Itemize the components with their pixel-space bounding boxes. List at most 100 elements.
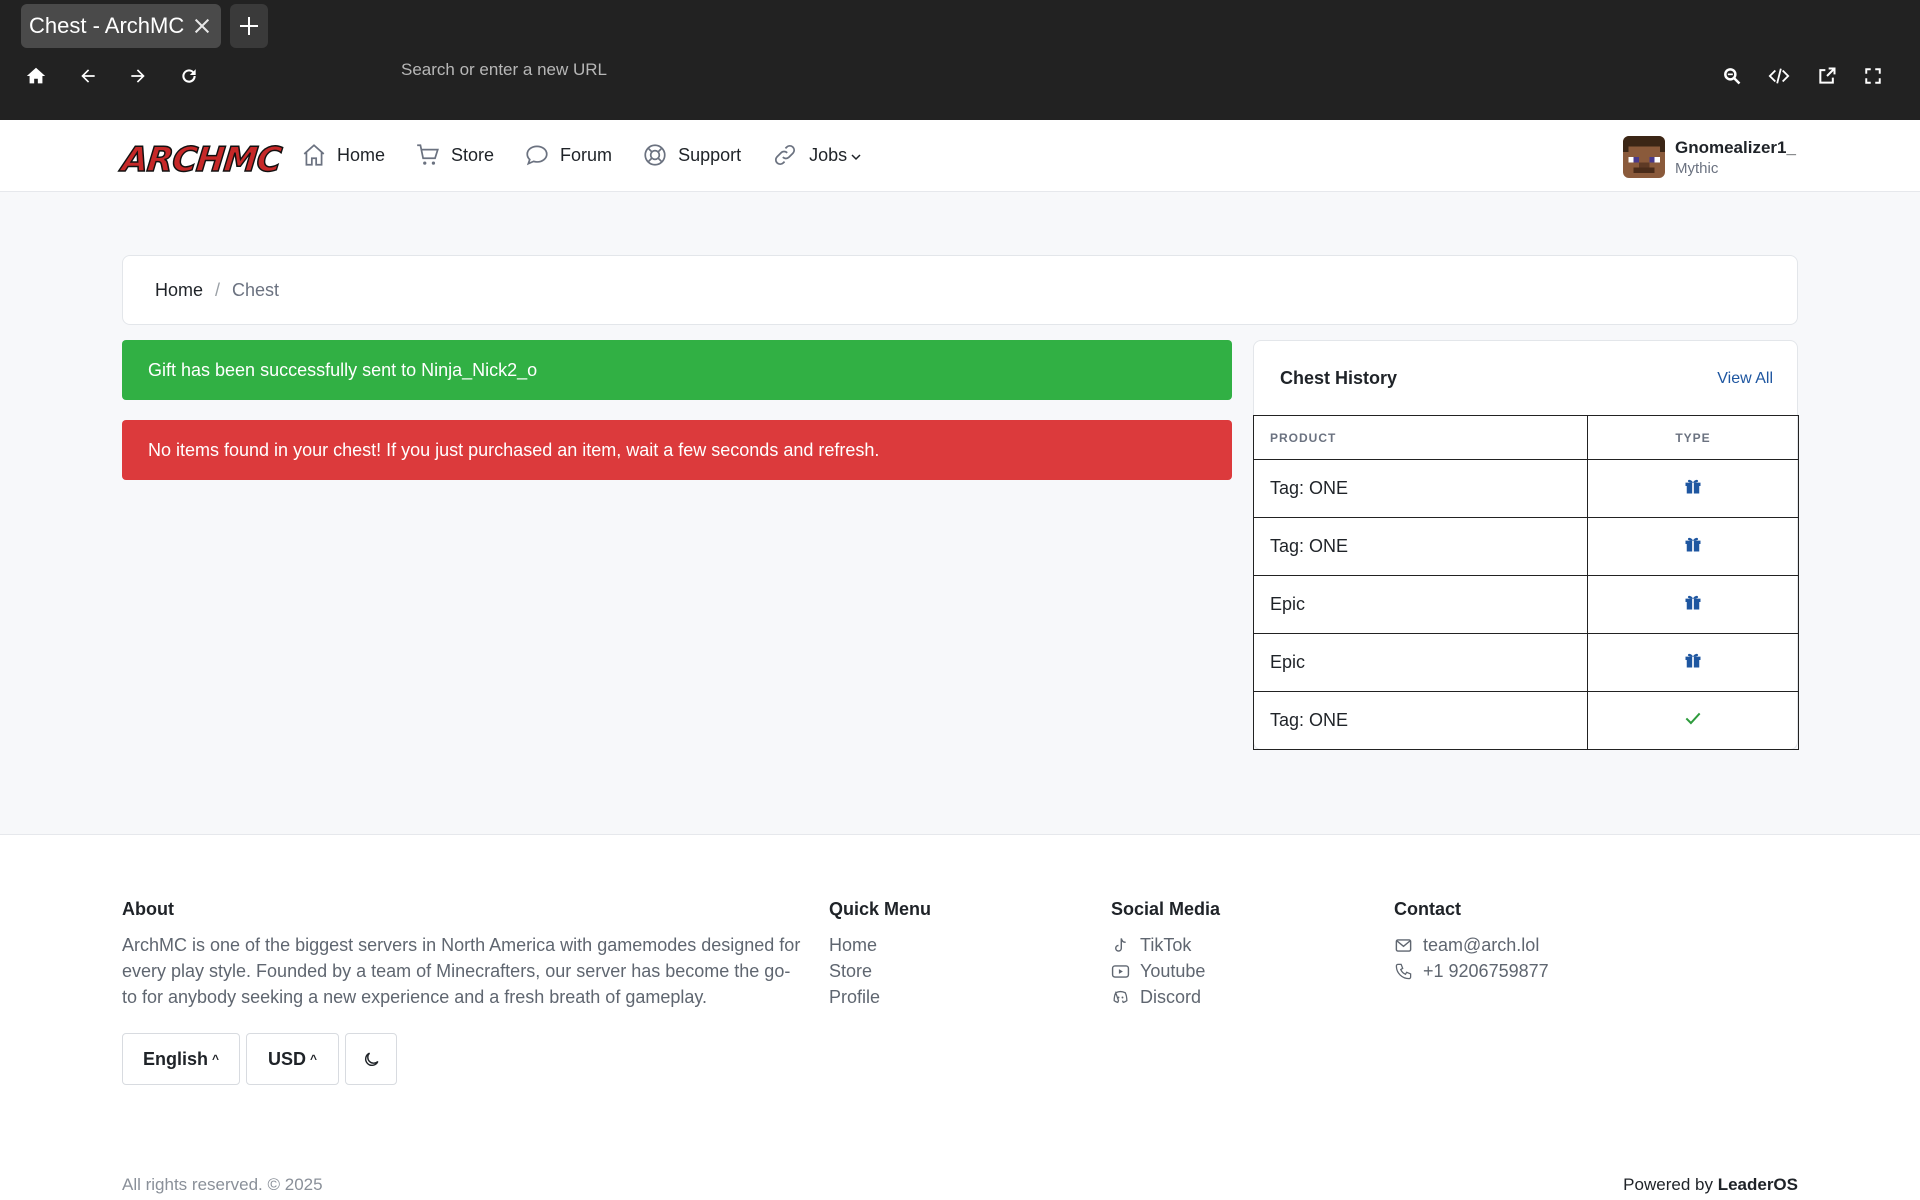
chat-bubble-icon <box>526 145 548 166</box>
social-tiktok[interactable]: TikTok <box>1111 932 1220 958</box>
chevron-up-icon: ^ <box>310 1052 318 1066</box>
type-cell <box>1587 459 1799 518</box>
view-all-link[interactable]: View All <box>1717 370 1773 388</box>
back-arrow-icon[interactable] <box>74 62 102 90</box>
link-icon <box>775 144 796 166</box>
powered-by-prefix: Powered by <box>1623 1175 1713 1194</box>
contact-heading: Contact <box>1394 899 1461 919</box>
gift-icon <box>1683 479 1703 500</box>
column-header-type: TYPE <box>1587 415 1799 460</box>
table-row: Tag: ONE <box>1253 517 1799 576</box>
powered-by: Powered by LeaderOS <box>1623 1175 1798 1195</box>
type-cell <box>1587 691 1799 750</box>
site-header: ARCHMC Home Store Forum Support Jobs Gno… <box>0 120 1920 192</box>
social-discord[interactable]: Discord <box>1111 984 1220 1010</box>
social-discord-label: Discord <box>1140 987 1202 1007</box>
footer-link-home[interactable]: Home <box>829 932 931 958</box>
code-icon[interactable] <box>1765 62 1793 90</box>
nav-forum-label: Forum <box>560 144 613 165</box>
forward-arrow-icon[interactable] <box>124 62 152 90</box>
type-cell <box>1587 575 1799 634</box>
nav-home[interactable]: Home <box>301 142 385 168</box>
cart-icon <box>417 144 439 165</box>
copyright-text: All rights reserved. © 2025 <box>122 1175 323 1194</box>
fullscreen-icon[interactable] <box>1859 62 1887 90</box>
about-text: ArchMC is one of the biggest servers in … <box>122 935 801 1007</box>
table-row: Epic <box>1253 633 1799 692</box>
open-external-icon[interactable] <box>1813 62 1841 90</box>
success-alert: Gift has been successfully sent to Ninja… <box>122 340 1232 400</box>
breadcrumb: Home / Chest <box>122 255 1798 325</box>
footer-link-store[interactable]: Store <box>829 958 931 984</box>
table-row: Tag: ONE <box>1253 691 1799 750</box>
contact-email[interactable]: team@arch.lol <box>1394 932 1549 958</box>
product-cell: Tag: ONE <box>1253 517 1588 576</box>
footer-social: Social Media TikTok Youtube Discord <box>1111 899 1220 1010</box>
chest-history-card: Chest History View All PRODUCT TYPE Tag:… <box>1253 340 1799 750</box>
social-youtube-label: Youtube <box>1140 961 1206 981</box>
username: Gnomealizer1_ <box>1675 137 1796 157</box>
url-bar[interactable]: Search or enter a new URL <box>401 60 607 80</box>
social-youtube[interactable]: Youtube <box>1111 958 1220 984</box>
social-heading: Social Media <box>1111 899 1221 919</box>
error-alert-text: No items found in your chest! If you jus… <box>148 439 880 460</box>
powered-by-brand[interactable]: LeaderOS <box>1718 1175 1798 1194</box>
chevron-up-icon: ^ <box>212 1052 220 1066</box>
product-cell: Epic <box>1253 633 1588 692</box>
house-icon <box>303 144 325 166</box>
site-footer: About ArchMC is one of the biggest serve… <box>0 834 1920 1200</box>
nav-forum[interactable]: Forum <box>524 142 612 168</box>
quick-menu-heading: Quick Menu <box>829 899 932 919</box>
moon-icon <box>364 1052 378 1066</box>
nav-support-label: Support <box>678 144 742 165</box>
column-header-product: PRODUCT <box>1253 415 1588 460</box>
nav-store[interactable]: Store <box>415 142 494 168</box>
theme-toggle-button[interactable] <box>345 1033 397 1085</box>
browser-tab[interactable]: Chest - ArchMC <box>21 4 221 48</box>
nav-store-label: Store <box>451 144 495 165</box>
currency-value: USD <box>267 1048 306 1069</box>
user-menu[interactable]: Gnomealizer1_ Mythic <box>1623 136 1796 178</box>
nav-home-label: Home <box>337 144 386 165</box>
contact-email-label: team@arch.lol <box>1423 935 1540 955</box>
zoom-icon[interactable] <box>1718 62 1746 90</box>
reload-icon[interactable] <box>175 62 203 90</box>
table-row: Epic <box>1253 575 1799 634</box>
browser-chrome: Chest - ArchMC Search or enter a new URL <box>0 0 1920 120</box>
gift-icon <box>1683 595 1703 616</box>
nav-jobs-label: Jobs <box>809 144 848 165</box>
product-cell: Tag: ONE <box>1253 459 1588 518</box>
language-select[interactable]: English ^ <box>122 1033 240 1085</box>
tiktok-icon <box>1115 937 1126 952</box>
footer-quick-menu: Quick Menu Home Store Profile <box>829 899 931 1010</box>
lifebuoy-icon <box>644 144 666 166</box>
contact-phone[interactable]: +1 9206759877 <box>1394 958 1549 984</box>
breadcrumb-current: Chest <box>232 279 280 300</box>
about-heading: About <box>122 899 174 919</box>
contact-phone-label: +1 9206759877 <box>1423 961 1549 981</box>
product-cell: Epic <box>1253 575 1588 634</box>
phone-icon <box>1395 963 1412 979</box>
chevron-down-icon <box>851 154 861 161</box>
social-tiktok-label: TikTok <box>1140 935 1192 955</box>
nav-jobs[interactable]: Jobs <box>771 142 862 168</box>
gift-icon <box>1683 537 1703 558</box>
chest-history-table: PRODUCT TYPE Tag: ONE Tag: ONE Epic Epic <box>1253 415 1799 750</box>
footer-about: About ArchMC is one of the biggest serve… <box>122 899 802 1010</box>
error-alert: No items found in your chest! If you jus… <box>122 420 1232 480</box>
archmc-logo[interactable]: ARCHMC <box>119 139 283 181</box>
language-value: English <box>142 1048 208 1069</box>
gift-icon <box>1683 653 1703 674</box>
nav-support[interactable]: Support <box>642 142 741 168</box>
currency-select[interactable]: USD ^ <box>246 1033 339 1085</box>
chest-history-title: Chest History <box>1280 368 1398 388</box>
close-tab-icon[interactable] <box>191 15 213 37</box>
footer-link-profile[interactable]: Profile <box>829 984 931 1010</box>
new-tab-button[interactable] <box>230 4 268 48</box>
table-row: Tag: ONE <box>1253 459 1799 518</box>
breadcrumb-home[interactable]: Home <box>155 280 203 301</box>
envelope-icon <box>1395 938 1412 952</box>
breadcrumb-separator: / <box>215 279 221 300</box>
home-icon[interactable] <box>22 62 50 90</box>
main-nav: Home Store Forum Support Jobs <box>301 142 892 168</box>
